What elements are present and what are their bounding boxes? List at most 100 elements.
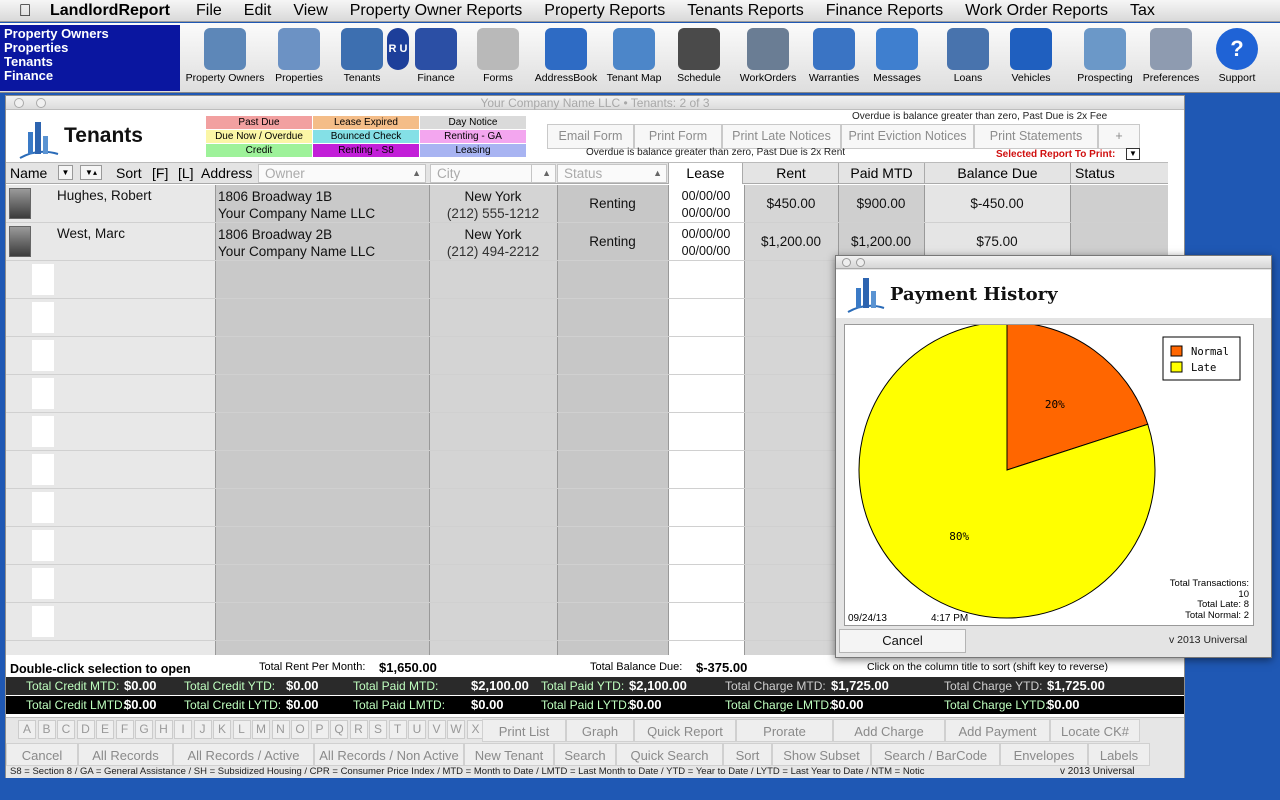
locate-ck-button[interactable]: Locate CK# [1050,719,1140,742]
letter-filter-j[interactable]: J [193,720,212,739]
menu-work-order-reports[interactable]: Work Order Reports [965,2,1108,20]
all-records-non-active-button[interactable]: All Records / Non Active [314,743,464,766]
letter-filter-s[interactable]: S [369,720,387,739]
quick-nav-properties[interactable]: Properties [4,41,176,55]
toolbar-tenants-button[interactable]: Tenants [340,25,384,89]
letter-filter-i[interactable]: I [174,720,192,739]
letter-filter-m[interactable]: M [252,720,270,739]
col-status[interactable]: Status [1070,163,1168,184]
letter-filter-g[interactable]: G [135,720,153,739]
letter-filter-b[interactable]: B [37,720,56,739]
menu-property-owner-reports[interactable]: Property Owner Reports [350,2,523,20]
payment-cancel-button[interactable]: Cancel [839,629,966,653]
toolbar-properties-button[interactable]: Properties [270,25,328,89]
toolbar-prospecting-button[interactable]: Prospecting [1073,25,1137,89]
menu-finance-reports[interactable]: Finance Reports [826,2,943,20]
letter-filter-f[interactable]: F [115,720,134,739]
toolbar-r-u-button[interactable]: R U [386,25,410,89]
letter-filter-u[interactable]: U [408,720,426,739]
letter-filter-h[interactable]: H [154,720,173,739]
app-menu[interactable]: LandlordReport [50,2,170,20]
menu-tenants-reports[interactable]: Tenants Reports [687,2,804,20]
show-subset-button[interactable]: Show Subset [772,743,871,766]
report-dropdown-icon[interactable]: ▼ [1126,148,1140,160]
toolbar-vehicles-button[interactable]: Vehicles [1000,25,1062,89]
graph-button[interactable]: Graph [566,719,634,742]
window-zoom-button[interactable] [36,98,46,108]
labels-button[interactable]: Labels [1088,743,1150,766]
quick-nav-property-owners[interactable]: Property Owners [4,27,176,41]
add-charge-button[interactable]: Add Charge [833,719,945,742]
all-records-button[interactable]: All Records [78,743,173,766]
toolbar-workorders-button[interactable]: WorkOrders [736,25,800,89]
all-records-active-button[interactable]: All Records / Active [173,743,314,766]
toolbar-addressbook-button[interactable]: AddressBook [532,25,600,89]
col-balance-due[interactable]: Balance Due [924,163,1070,184]
sort-first-name[interactable]: [F] [152,163,168,184]
owner-filter-select[interactable]: Owner ▲ [258,164,426,183]
add-payment-button[interactable]: Add Payment [945,719,1050,742]
quick-report-button[interactable]: Quick Report [634,719,736,742]
letter-filter-v[interactable]: V [427,720,446,739]
print-form-button[interactable]: Print Form [634,124,722,149]
new-tenant-button[interactable]: New Tenant [464,743,554,766]
toolbar-finance-button[interactable]: Finance [414,25,458,89]
search-button[interactable]: Search [554,743,616,766]
letter-filter-t[interactable]: T [388,720,407,739]
letter-filter-r[interactable]: R [349,720,368,739]
quick-nav-finance[interactable]: Finance [4,69,176,83]
menu-file[interactable]: File [196,2,222,20]
col-lease[interactable]: Lease [668,163,743,184]
print-list-button[interactable]: Print List [482,719,566,742]
menu-edit[interactable]: Edit [244,2,272,20]
toolbar-preferences-button[interactable]: Preferences [1141,25,1201,89]
letter-filter-a[interactable]: A [18,720,36,739]
payment-zoom-button[interactable] [856,258,865,267]
apple-icon[interactable]:  [0,1,50,21]
add-button[interactable]: + [1098,124,1140,149]
letter-filter-d[interactable]: D [76,720,95,739]
letter-filter-p[interactable]: P [310,720,329,739]
prorate-button[interactable]: Prorate [736,719,833,742]
toolbar-messages-button[interactable]: Messages [866,25,928,89]
toolbar-forms-button[interactable]: Forms [474,25,522,89]
print-statements-button[interactable]: Print Statements [974,124,1098,149]
letter-filter-n[interactable]: N [271,720,290,739]
letter-filter-l[interactable]: L [232,720,251,739]
toolbar-tenant-map-button[interactable]: Tenant Map [603,25,665,89]
cancel-button[interactable]: Cancel [6,743,78,766]
letter-filter-q[interactable]: Q [330,720,348,739]
col-name[interactable]: Name [10,163,47,184]
quick-nav-tenants[interactable]: Tenants [4,55,176,69]
letter-filter-o[interactable]: O [291,720,309,739]
menu-view[interactable]: View [293,2,327,20]
email-form-button[interactable]: Email Form [547,124,634,149]
letter-filter-w[interactable]: W [447,720,465,739]
col-address[interactable]: Address [201,163,252,184]
menu-tax[interactable]: Tax [1130,2,1155,20]
payment-close-button[interactable] [842,258,851,267]
toolbar-schedule-button[interactable]: Schedule [668,25,730,89]
sort-direction-icon[interactable]: ▼▴ [80,165,102,180]
toolbar-support-button[interactable]: ? Support [1210,25,1264,89]
window-close-button[interactable] [14,98,24,108]
toolbar-property-owners-button[interactable]: Property Owners [183,25,267,89]
print-eviction-notices-button[interactable]: Print Eviction Notices [841,124,974,149]
status-filter-select[interactable]: Status ▲ [557,164,667,183]
quick-search-button[interactable]: Quick Search [616,743,723,766]
table-row[interactable]: Hughes, Robert 1806 Broadway 1B Your Compa… [6,185,1168,223]
col-rent[interactable]: Rent [744,163,838,184]
toolbar-loans-button[interactable]: Loans [942,25,994,89]
letter-filter-k[interactable]: K [213,720,231,739]
city-sort-stepper[interactable]: ▲ [531,164,556,183]
sort-dropdown-icon[interactable]: ▼ [58,165,73,180]
search-barcode-button[interactable]: Search / BarCode [871,743,1000,766]
toolbar-warranties-button[interactable]: Warranties [803,25,865,89]
print-late-notices-button[interactable]: Print Late Notices [722,124,841,149]
col-paid-mtd[interactable]: Paid MTD [838,163,924,184]
letter-filter-c[interactable]: C [57,720,75,739]
sort-last-name[interactable]: [L] [178,163,194,184]
letter-filter-e[interactable]: E [96,720,114,739]
sort-button[interactable]: Sort [723,743,772,766]
menu-property-reports[interactable]: Property Reports [544,2,665,20]
